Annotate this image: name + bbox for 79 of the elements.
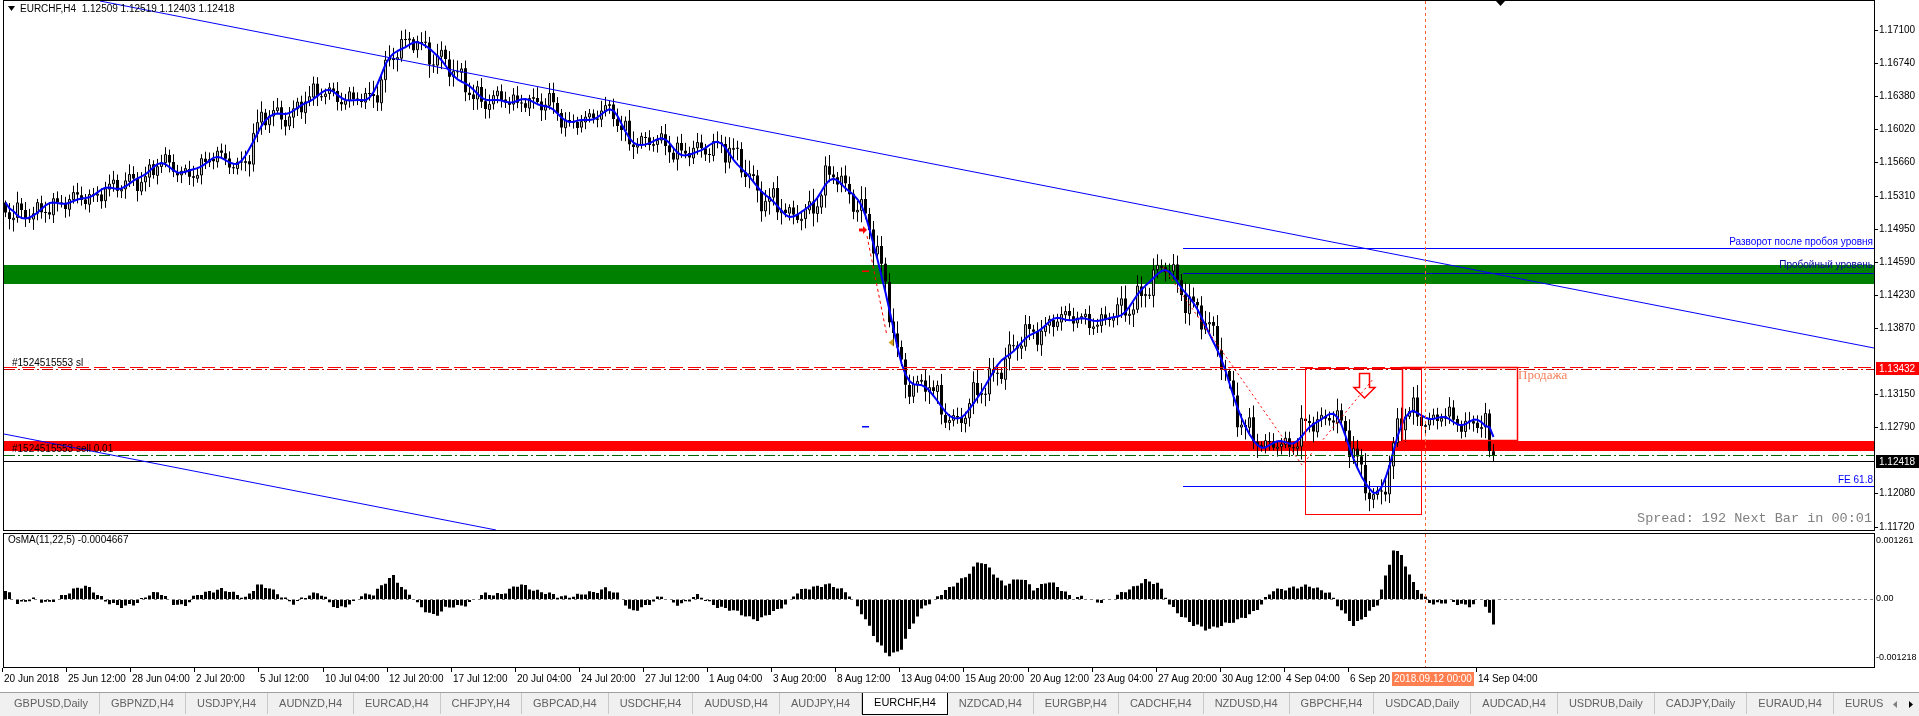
date-label: 20 Aug 12:00 (1030, 673, 1089, 685)
indicator-title: OsMA(11,22,5) -0.0004667 (8, 534, 129, 546)
triangle-icon (888, 338, 894, 347)
date-label: 30 Aug 12:00 (1222, 673, 1281, 685)
caret-down-icon[interactable] (8, 6, 15, 11)
chart-tab[interactable]: NZDUSD,H4 (1203, 693, 1290, 714)
date-label: 6 Sep 20 (1350, 673, 1391, 685)
date-label: 13 Aug 04:00 (901, 673, 960, 685)
price-label: 1.13150 (1879, 388, 1916, 400)
indicator-scale-label: 0.001261 (1876, 535, 1914, 546)
date-label: 4 Sep 04:00 (1286, 673, 1340, 685)
price-label: 1.16740 (1879, 57, 1916, 69)
date-label: 23 Aug 04:00 (1094, 673, 1153, 685)
price-label: 1.14590 (1879, 256, 1916, 268)
scroll-left-icon[interactable] (1893, 701, 1897, 708)
chart-tab[interactable]: AUDNZD,H4 (268, 693, 354, 714)
chart-tab[interactable]: CHFJPY,H4 (440, 693, 523, 714)
price-label: 1.13870 (1879, 322, 1916, 334)
date-label: 20 Jun 2018 (4, 673, 60, 685)
price-label: 1.12080 (1879, 487, 1916, 499)
chart-tab[interactable]: GBPCAD,H4 (522, 693, 609, 714)
zone-label: Продажа (1518, 367, 1568, 382)
price-tag: 1.12418 (1876, 455, 1919, 468)
indicator-scale-label: -0.001218 (1876, 652, 1917, 663)
price-tag: 1.13432 (1876, 362, 1919, 375)
price-label: 1.15310 (1879, 190, 1916, 202)
chart-tab[interactable]: CADJPY,Daily (1654, 693, 1748, 714)
chart-tab[interactable]: USDRUB,Daily (1557, 693, 1655, 714)
dash-icon (862, 270, 869, 272)
date-label: 2 Jul 20:00 (196, 673, 245, 685)
price-label: 1.16020 (1879, 123, 1916, 135)
date-label: 10 Jul 04:00 (325, 673, 380, 685)
cursor-date-tag: 2018.09.12 00:00 (1392, 672, 1474, 686)
price-label: 1.15660 (1879, 156, 1916, 168)
date-label: 28 Jun 04:00 (132, 673, 190, 685)
level-label: FE 61.8 (1837, 474, 1873, 486)
date-label: 12 Jul 20:00 (389, 673, 444, 685)
chart-tab[interactable]: USDJPY,H4 (185, 693, 269, 714)
chart-tab[interactable]: GBPUSD,Daily (3, 693, 100, 714)
chart-tab[interactable]: GBPCHF,H4 (1289, 693, 1375, 714)
date-label: 3 Aug 20:00 (773, 673, 827, 685)
date-label: 8 Aug 12:00 (837, 673, 891, 685)
down-arrow-icon (1352, 372, 1377, 400)
date-label: 1 Aug 04:00 (709, 673, 763, 685)
chart-tab[interactable]: EURAUD,H4 (1747, 693, 1834, 714)
triangle-marker-icon[interactable] (1496, 1, 1505, 6)
level-label: Пробойный уровень (1779, 259, 1873, 271)
date-label: 27 Aug 20:00 (1158, 673, 1217, 685)
chart-tab[interactable]: EURGBP,H4 (1033, 693, 1119, 714)
date-label: 20 Jul 04:00 (517, 673, 572, 685)
date-label: 14 Sep 04:00 (1478, 673, 1538, 685)
price-label: 1.14230 (1879, 289, 1916, 301)
chart-tab[interactable]: NZDCAD,H4 (947, 693, 1034, 714)
date-label: 5 Jul 12:00 (260, 673, 309, 685)
chart-tab[interactable]: USDCAD,Daily (1374, 693, 1472, 714)
price-label: 1.11720 (1879, 521, 1915, 533)
date-label: 25 Jun 12:00 (68, 673, 126, 685)
level-label: Разворот после пробоя уровня (1729, 236, 1873, 248)
dash-icon (862, 426, 869, 428)
chart-tab[interactable]: AUDUSD,H4 (693, 693, 780, 714)
date-label: 27 Jul 12:00 (645, 673, 700, 685)
chart-tab[interactable]: AUDCAD,H4 (1471, 693, 1558, 714)
order-label: #1524515553 sl (12, 357, 84, 369)
price-label: 1.16380 (1879, 90, 1916, 102)
spread-info: Spread: 192 Next Bar in 00:01 (1637, 511, 1872, 526)
date-label: 24 Jul 20:00 (581, 673, 636, 685)
price-label: 1.12790 (1879, 421, 1916, 433)
chart-tab[interactable]: EURCAD,H4 (354, 693, 441, 714)
right-arrow-icon (859, 226, 867, 234)
chart-tab[interactable]: CADCHF,H4 (1118, 693, 1204, 714)
chart-tab[interactable]: USDCHF,H4 (608, 693, 694, 714)
price-label: 1.14950 (1879, 223, 1916, 235)
date-label: 15 Aug 20:00 (965, 673, 1024, 685)
scroll-right-icon[interactable] (1909, 701, 1913, 708)
price-label: 1.17100 (1879, 24, 1916, 36)
indicator-scale-label: 0.00 (1876, 593, 1894, 604)
chart-tab[interactable]: EURCHF,H4 (862, 693, 948, 715)
chart-tab[interactable]: GBPNZD,H4 (99, 693, 186, 714)
date-label: 17 Jul 12:00 (453, 673, 508, 685)
